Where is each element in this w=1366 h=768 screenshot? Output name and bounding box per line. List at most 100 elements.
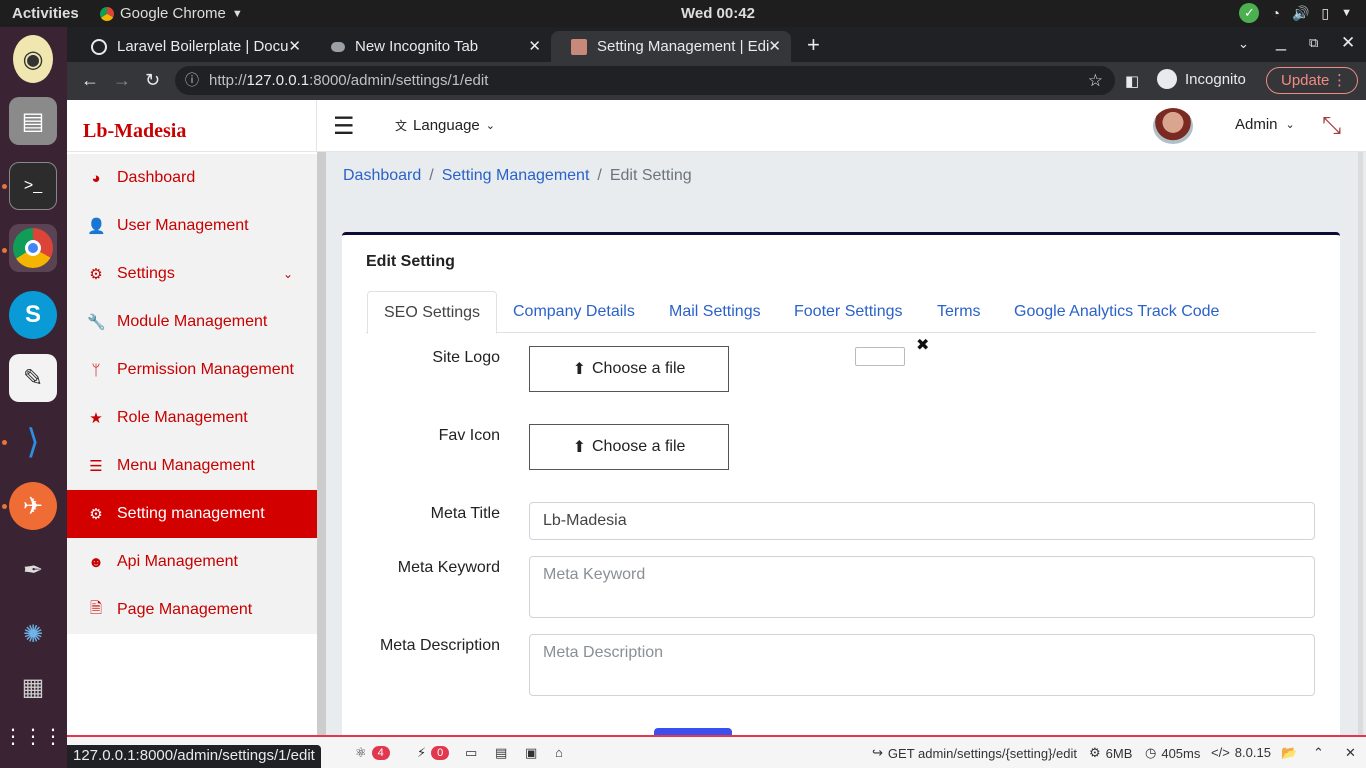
- reload-icon[interactable]: ↻: [145, 70, 160, 91]
- shutter-icon[interactable]: ✺: [9, 610, 57, 658]
- show-apps-icon[interactable]: ⋮⋮⋮: [3, 712, 63, 760]
- tags-icon[interactable]: ⌂: [555, 745, 563, 760]
- meta-description-textarea[interactable]: Meta Description: [529, 634, 1315, 696]
- debugbar-route[interactable]: ↪ GET admin/settings/{setting}/edit: [872, 745, 1077, 761]
- running-indicator: [2, 248, 7, 253]
- inbox-icon[interactable]: ▭: [465, 745, 477, 761]
- sidebar-item-api-management[interactable]: ☻ Api Management: [67, 538, 317, 586]
- activities-button[interactable]: Activities: [12, 5, 79, 22]
- wifi-icon[interactable]: ◔: [1271, 5, 1279, 21]
- forward-icon[interactable]: →: [113, 70, 131, 91]
- fav-icon-file-button[interactable]: ⬆ Choose a file: [529, 424, 729, 470]
- tab-google-analytics[interactable]: Google Analytics Track Code: [998, 291, 1235, 333]
- close-icon[interactable]: ✕: [1345, 745, 1356, 761]
- battery-icon[interactable]: ▯: [1321, 5, 1329, 22]
- folder-open-icon[interactable]: 📂: [1281, 745, 1297, 761]
- update-check-icon[interactable]: ✓: [1239, 3, 1260, 23]
- debugbar-time[interactable]: ◷ 405ms: [1145, 745, 1200, 761]
- language-dropdown[interactable]: 文 Language ⌄: [395, 117, 495, 134]
- models-count: 4: [371, 746, 390, 760]
- incognito-indicator[interactable]: Incognito: [1157, 69, 1246, 89]
- tab-company-details[interactable]: Company Details: [497, 291, 651, 333]
- system-tray[interactable]: ✓ ◔ 🔊 ▯ ▼: [1239, 3, 1352, 23]
- tab-footer-settings[interactable]: Footer Settings: [778, 291, 919, 333]
- brand-logo[interactable]: Lb-Madesia: [83, 120, 186, 143]
- sidebar-item-dashboard[interactable]: ◕ Dashboard: [67, 154, 317, 202]
- sidebar-item-label: Dashboard: [117, 169, 196, 186]
- chevron-up-icon[interactable]: ⌃: [1313, 745, 1324, 761]
- app-menu[interactable]: Google Chrome ▼: [100, 5, 243, 22]
- meta-keyword-textarea[interactable]: Meta Keyword: [529, 556, 1315, 618]
- app-menu-label: Google Chrome: [120, 5, 226, 22]
- close-window-icon[interactable]: ✕: [1341, 33, 1355, 53]
- incognito-label: Incognito: [1185, 70, 1246, 88]
- site-logo-preview: [855, 347, 905, 366]
- vscode-icon[interactable]: ⟩: [9, 418, 57, 466]
- site-logo-file-button[interactable]: ⬆ Choose a file: [529, 346, 729, 392]
- reading-mode-icon[interactable]: ◧: [1125, 72, 1139, 90]
- sidebar-item-user-management[interactable]: 👤 User Management: [67, 202, 317, 250]
- link-status-bubble: 127.0.0.1:8000/admin/settings/1/edit: [67, 745, 321, 768]
- tab-search-icon[interactable]: ⌄: [1238, 36, 1249, 52]
- tab-terms[interactable]: Terms: [921, 291, 997, 333]
- avatar[interactable]: [1153, 108, 1193, 144]
- update-button[interactable]: Update ⋮: [1266, 67, 1358, 94]
- text-editor-icon[interactable]: ✎: [9, 354, 57, 402]
- bookmark-star-icon[interactable]: ☆: [1088, 66, 1103, 95]
- tab-seo-settings[interactable]: SEO Settings: [367, 291, 498, 334]
- minimize-icon[interactable]: _: [1276, 31, 1286, 52]
- debugbar-memory[interactable]: ⚙ 6MB: [1089, 745, 1132, 761]
- user-dropdown[interactable]: Admin ⌄: [1235, 116, 1295, 133]
- volume-icon[interactable]: 🔊: [1292, 5, 1309, 22]
- close-icon[interactable]: ✕: [528, 37, 541, 55]
- debugbar-models[interactable]: ⚛ 4: [355, 745, 390, 761]
- archive-icon[interactable]: ▣: [525, 745, 537, 761]
- terminal-icon[interactable]: >_: [9, 162, 57, 210]
- incognito-icon: [1157, 69, 1177, 89]
- new-tab-icon[interactable]: +: [807, 32, 820, 58]
- clock[interactable]: Wed 00:42: [681, 5, 755, 22]
- browser-tab[interactable]: Laravel Boilerplate | Docu ✕: [71, 31, 311, 62]
- browser-tab[interactable]: New Incognito Tab ✕: [311, 31, 551, 62]
- address-bar[interactable]: ⓘ http://127.0.0.1:8000/admin/settings/1…: [175, 66, 1115, 95]
- breadcrumb-setting-management-link[interactable]: Setting Management: [442, 167, 590, 185]
- remove-logo-icon[interactable]: ✖: [916, 335, 929, 355]
- debugbar-events[interactable]: ⚡ 0: [417, 745, 450, 761]
- sidebar-item-settings[interactable]: ⚙ Settings ⌄: [67, 250, 317, 298]
- content-scrollbar[interactable]: [1358, 152, 1363, 768]
- caret-down-icon[interactable]: ▼: [1341, 7, 1352, 19]
- language-label: Language: [413, 117, 480, 134]
- close-icon[interactable]: ✕: [288, 37, 301, 55]
- inkscape-icon[interactable]: ✒: [9, 546, 57, 594]
- sidebar-item-setting-management[interactable]: ⚙ Setting management: [67, 490, 317, 538]
- meta-title-input[interactable]: Lb-Madesia: [529, 502, 1315, 540]
- sidebar-item-menu-management[interactable]: ☰ Menu Management: [67, 442, 317, 490]
- info-icon[interactable]: ⓘ: [185, 66, 199, 95]
- chrome-icon[interactable]: [9, 224, 57, 272]
- chevron-down-icon: ⌄: [1285, 119, 1295, 131]
- browser-tab-active[interactable]: Setting Management | Edi ✕: [551, 31, 791, 62]
- fullscreen-icon[interactable]: ⤡: [1322, 112, 1341, 140]
- sidebar-item-page-management[interactable]: 🗎 Page Management: [67, 586, 317, 634]
- files-icon[interactable]: ▤: [9, 97, 57, 145]
- sidebar-scrollbar[interactable]: [317, 152, 326, 768]
- reddit-icon: ☻: [88, 553, 104, 571]
- tab-mail-settings[interactable]: Mail Settings: [653, 291, 777, 333]
- card-title: Edit Setting: [366, 253, 455, 270]
- postman-icon[interactable]: ✈: [9, 482, 57, 530]
- sidebar-item-role-management[interactable]: ★ Role Management: [67, 394, 317, 442]
- archive-icon[interactable]: ▦: [9, 672, 57, 702]
- list-icon[interactable]: ▤: [495, 745, 507, 761]
- maximize-icon[interactable]: ⧉: [1309, 35, 1318, 51]
- tab-strip: Laravel Boilerplate | Docu ✕ New Incogni…: [67, 27, 1366, 62]
- sidebar-item-permission-management[interactable]: ᛘ Permission Management: [67, 346, 317, 394]
- skype-icon[interactable]: S: [9, 291, 57, 339]
- close-icon[interactable]: ✕: [768, 37, 781, 55]
- hamburger-menu-icon[interactable]: ☰: [333, 112, 355, 141]
- sidebar-item-module-management[interactable]: 🔧 Module Management: [67, 298, 317, 346]
- bolt-icon: ⚡: [417, 745, 427, 760]
- rhythmbox-icon[interactable]: ◉: [13, 35, 53, 83]
- back-icon[interactable]: ←: [81, 70, 99, 91]
- debugbar-php-version[interactable]: </> 8.0.15: [1211, 745, 1271, 760]
- breadcrumb-dashboard-link[interactable]: Dashboard: [343, 167, 421, 185]
